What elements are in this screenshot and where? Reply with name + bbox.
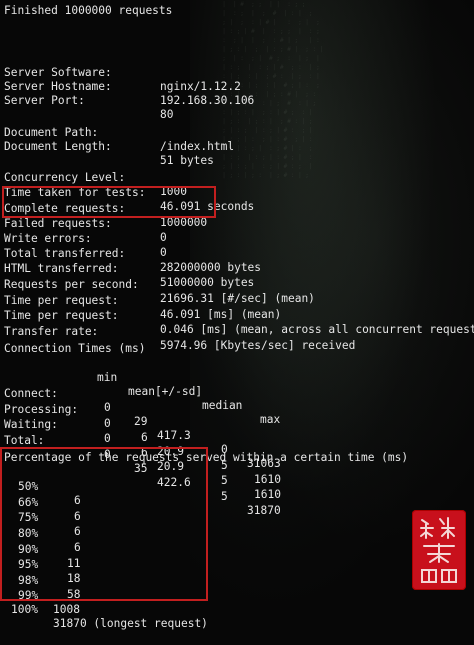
table-row: Waiting: 0 6 20.9 5 1610 xyxy=(4,404,470,501)
waiting-max: 1610 xyxy=(254,488,281,501)
percentile-value: 31870 (longest request) xyxy=(53,617,208,630)
server-port-row: Server Port: 80 xyxy=(4,80,470,121)
stat-row: Time per request: 0.046 [ms] (mean, acro… xyxy=(4,295,474,336)
transfer-rate-value: 5974.96 [Kbytes/sec] received xyxy=(160,339,356,352)
waiting-median: 5 xyxy=(221,474,228,487)
percentile-label: 100% xyxy=(11,603,38,616)
stat-row: Write errors: 0 xyxy=(4,218,470,259)
document-path-value: /index.html xyxy=(160,140,235,153)
stat-row: Total transferred: 282000000 bytes xyxy=(4,233,470,274)
table-row: Processing: 0 6 20.9 5 1610 xyxy=(4,389,470,486)
stat-row: Requests per second: 21696.31 [#/sec] (m… xyxy=(4,264,470,305)
waiting-min: 0 xyxy=(104,432,111,445)
stat-row: HTML transferred: 51000000 bytes xyxy=(4,248,470,289)
document-length-row: Document Length: 51 bytes xyxy=(4,126,470,167)
processing-max: 1610 xyxy=(254,473,281,486)
table-row: Total: 0 35 422.6 5 31870 xyxy=(4,420,470,517)
highlight-box-requests xyxy=(2,186,216,218)
server-hostname-value: 192.168.30.106 xyxy=(160,94,255,107)
document-path-row: Document Path: /index.html xyxy=(4,112,470,153)
highlight-box-percentiles xyxy=(0,447,208,601)
stat-row: Time taken for tests: 46.091 seconds xyxy=(4,172,470,213)
finished-message: Finished 1000000 requests xyxy=(4,4,173,17)
stat-row: Transfer rate: 5974.96 [Kbytes/sec] rece… xyxy=(4,311,470,352)
total-label: Total: xyxy=(4,434,45,447)
server-hostname-row: Server Hostname: 192.168.30.106 xyxy=(4,66,470,107)
connection-times-header: min mean[+/-sd] median max xyxy=(4,357,470,426)
transfer-rate-label: Transfer rate: xyxy=(4,325,99,338)
document-length-label: Document Length: xyxy=(4,140,112,153)
seal-stamp-icon xyxy=(412,510,466,590)
connection-times-title: Connection Times (ms) xyxy=(4,342,146,355)
stat-row: Concurrency Level: 1000 xyxy=(4,157,470,198)
server-software-row: Server Software: nginx/1.12.2 xyxy=(4,52,470,93)
total-max: 31870 xyxy=(247,504,281,517)
total-median: 5 xyxy=(221,490,228,503)
time-per-request-concurrent-value: 0.046 [ms] (mean, across all concurrent … xyxy=(160,323,474,336)
stat-row: Time per request: 46.091 [ms] (mean) xyxy=(4,280,470,321)
server-port-label: Server Port: xyxy=(4,94,85,107)
percentile-value: 1008 xyxy=(53,603,80,616)
table-row: Connect: 0 29 417.3 0 31063 xyxy=(4,373,470,470)
